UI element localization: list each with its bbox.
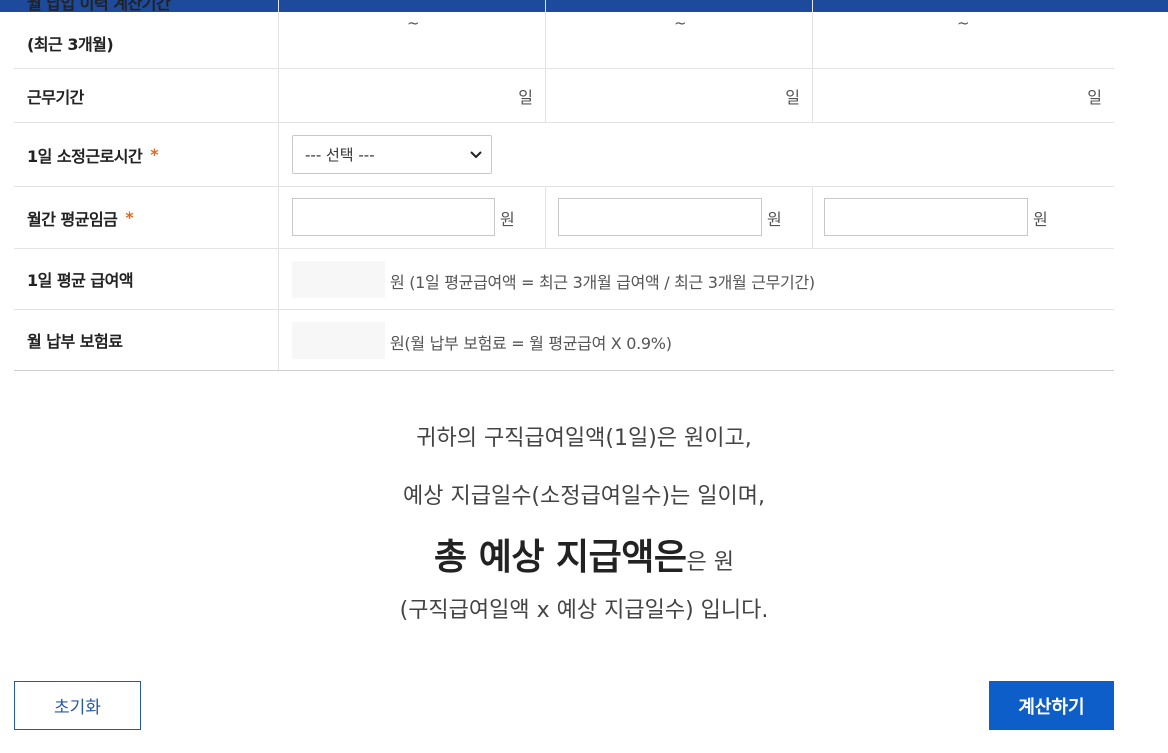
period-month-3: ~ [813, 0, 1114, 68]
workdays-month-3: 일 [813, 69, 1114, 122]
unit-day: 일 [785, 88, 800, 107]
label-daily-work-hours-text: 1일 소정근로시간 [27, 146, 143, 166]
period-separator: ~ [957, 14, 970, 32]
chevron-down-icon [470, 151, 482, 159]
workdays-month-2: 일 [546, 69, 813, 122]
work-hours-select[interactable]: --- 선택 --- [292, 135, 492, 174]
wage-month-2: 원 [546, 187, 813, 248]
label-period-line2: (최근 3개월) [27, 35, 114, 54]
label-daily-work-hours: 1일 소정근로시간 * [14, 123, 279, 186]
label-calculation-period: 월 납입 이력 계산기간 (최근 3개월) [14, 0, 279, 68]
result-daily-benefit-text: 귀하의 구직급여일액(1일)은 원이고, [416, 426, 752, 451]
wage-input-month-1[interactable] [292, 198, 495, 236]
unit-won: 원 [767, 210, 782, 229]
row-monthly-average-wage: 월간 평균임금 * 원 원 원 [14, 187, 1114, 249]
label-monthly-premium: 월 납부 보험료 [14, 310, 279, 370]
period-month-1: ~ [279, 0, 546, 68]
unit-won: 원 [500, 210, 515, 229]
required-mark: * [125, 208, 134, 227]
unit-won: 원 [1033, 210, 1048, 229]
reset-button[interactable]: 초기화 [14, 681, 141, 730]
monthly-premium-note: 원(월 납부 보험료 = 월 평균급여 X 0.9%) [390, 334, 672, 353]
monthly-premium-value [292, 322, 385, 359]
unit-day: 일 [518, 88, 533, 107]
wage-input-month-2[interactable] [558, 198, 762, 236]
result-payment-days-text: 예상 지급일수(소정급여일수)는 일이며, [403, 484, 765, 509]
wage-month-1: 원 [279, 187, 546, 248]
result-formula-text: (구직급여일액 x 예상 지급일수) 입니다. [399, 598, 769, 623]
workdays-month-1: 일 [279, 69, 546, 122]
result-total-amount: 총 예상 지급액은은 원 [0, 528, 1168, 580]
daily-average-pay-note: 원 (1일 평균급여액 = 최근 3개월 급여액 / 최근 3개월 근무기간) [390, 273, 815, 292]
result-total-amount-value: 은 원 [686, 550, 734, 575]
row-monthly-premium: 월 납부 보험료 원(월 납부 보험료 = 월 평균급여 X 0.9%) [14, 310, 1114, 371]
daily-average-pay-value [292, 261, 385, 298]
period-month-2: ~ [546, 0, 813, 68]
label-daily-average-pay: 1일 평균 급여액 [14, 249, 279, 309]
wage-input-month-3[interactable] [824, 198, 1028, 236]
result-total-amount-title: 총 예상 지급액은 [434, 537, 687, 578]
period-separator: ~ [674, 14, 687, 32]
unit-day: 일 [1087, 88, 1102, 107]
label-period-line1: 월 납입 이력 계산기간 [27, 0, 171, 13]
row-daily-work-hours: 1일 소정근로시간 * --- 선택 --- [14, 123, 1114, 187]
work-hours-select-value: --- 선택 --- [305, 146, 375, 164]
label-work-period: 근무기간 [14, 69, 279, 122]
label-monthly-average-wage-text: 월간 평균임금 [27, 209, 118, 229]
row-daily-average-pay: 1일 평균 급여액 원 (1일 평균급여액 = 최근 3개월 급여액 / 최근 … [14, 249, 1114, 310]
required-mark: * [150, 145, 159, 164]
period-separator: ~ [407, 14, 420, 32]
wage-month-3: 원 [813, 187, 1114, 248]
calculate-button[interactable]: 계산하기 [989, 681, 1114, 730]
label-monthly-average-wage: 월간 평균임금 * [14, 187, 279, 248]
row-calculation-period: 월 납입 이력 계산기간 (최근 3개월) ~ ~ ~ [14, 0, 1114, 69]
row-work-period: 근무기간 일 일 일 [14, 69, 1114, 123]
